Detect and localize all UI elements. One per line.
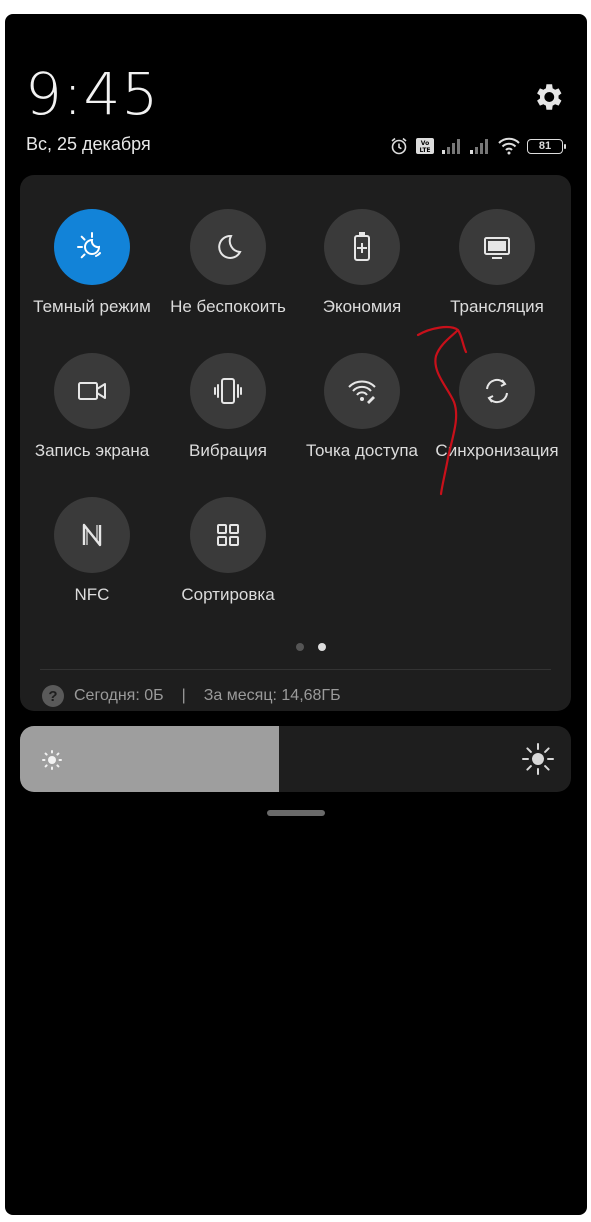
- grid-icon: [217, 524, 239, 546]
- tile-label: Точка доступа: [306, 441, 418, 460]
- tile-circle[interactable]: [54, 209, 130, 285]
- tile-sync[interactable]: Синхронизация: [429, 353, 565, 461]
- svg-text:Vo: Vo: [421, 140, 429, 147]
- volte-icon: VoLTE: [416, 138, 434, 154]
- tile-battery-saver[interactable]: Экономия: [294, 209, 430, 317]
- tile-vibration[interactable]: Вибрация: [160, 353, 296, 461]
- tile-hotspot[interactable]: Точка доступа: [294, 353, 430, 461]
- phone-screen: 9:45 Вс, 25 декабря Vo LTE 81 Темный реж…: [5, 14, 587, 1215]
- tile-circle[interactable]: [459, 209, 535, 285]
- tile-circle[interactable]: [190, 497, 266, 573]
- dark-mode-icon: [77, 232, 101, 259]
- tile-circle[interactable]: [190, 353, 266, 429]
- tile-circle[interactable]: [459, 353, 535, 429]
- tile-circle[interactable]: [54, 353, 130, 429]
- tile-label: Запись экрана: [34, 441, 150, 460]
- usage-today: Сегодня: 0Б: [74, 687, 164, 704]
- wifi-icon: [498, 137, 520, 155]
- tile-circle[interactable]: [324, 209, 400, 285]
- brightness-high-icon: [522, 743, 554, 775]
- monitor-icon: [484, 237, 510, 259]
- tile-label: Не беспокоить: [170, 297, 286, 316]
- help-icon[interactable]: ?: [42, 685, 64, 707]
- svg-text:LTE: LTE: [419, 147, 430, 154]
- usage-separator: |: [181, 687, 186, 704]
- quick-settings-panel: Темный режим Не беспокоить Экономия Тран…: [20, 175, 571, 711]
- tile-label: Вибрация: [189, 441, 267, 460]
- vibration-icon: [214, 378, 242, 404]
- page-indicator: [296, 643, 326, 651]
- tile-cast[interactable]: Трансляция: [429, 209, 565, 317]
- tile-screen-recording[interactable]: Запись экрана: [24, 353, 160, 461]
- drag-handle[interactable]: [267, 810, 325, 816]
- divider: [40, 669, 551, 670]
- page-dot-1[interactable]: [296, 643, 304, 651]
- alarm-icon: [391, 137, 407, 155]
- tile-sort[interactable]: Сортировка: [160, 497, 296, 605]
- battery-saver-icon: [354, 232, 370, 261]
- usage-month: За месяц: 14,68ГБ: [203, 687, 341, 704]
- tile-label: Трансляция: [450, 297, 544, 316]
- settings-gear-icon[interactable]: [531, 80, 565, 114]
- tile-label: NFC: [74, 585, 110, 604]
- tile-nfc[interactable]: NFC: [24, 497, 160, 605]
- date: Вс, 25 декабря: [26, 134, 151, 154]
- clock: 9:45: [25, 60, 160, 128]
- video-camera-icon: [78, 382, 106, 400]
- brightness-slider[interactable]: [20, 726, 571, 792]
- data-usage[interactable]: ? Сегодня: 0Б | За месяц: 14,68ГБ: [42, 685, 341, 707]
- nfc-icon: [82, 523, 102, 547]
- signal-icon-2: [470, 139, 488, 154]
- battery-indicator: 81: [527, 138, 566, 154]
- tile-label: Темный режим: [33, 297, 151, 316]
- tile-dark-mode[interactable]: Темный режим: [24, 209, 160, 317]
- status-bar: Vo LTE 81: [389, 136, 566, 156]
- moon-icon: [218, 234, 242, 259]
- tile-label: Синхронизация: [435, 441, 559, 460]
- tile-circle[interactable]: [54, 497, 130, 573]
- brightness-low-icon: [42, 750, 62, 770]
- hotspot-icon: [348, 380, 376, 404]
- tile-label: Сортировка: [181, 585, 275, 604]
- sync-icon: [486, 378, 508, 404]
- tile-circle[interactable]: [190, 209, 266, 285]
- tile-label: Экономия: [322, 297, 402, 316]
- tile-circle[interactable]: [324, 353, 400, 429]
- signal-icon: [442, 139, 460, 154]
- tile-do-not-disturb[interactable]: Не беспокоить: [160, 209, 296, 317]
- page-dot-2[interactable]: [318, 643, 326, 651]
